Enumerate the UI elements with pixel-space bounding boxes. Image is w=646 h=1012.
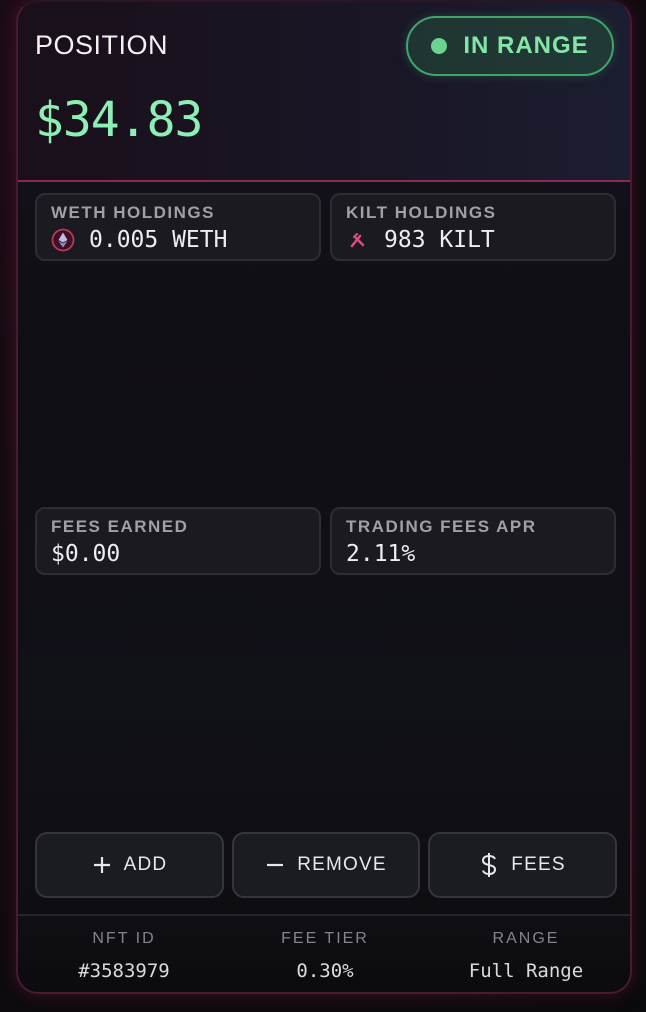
- nft-id-value: #3583979: [78, 960, 170, 982]
- minus-icon: [265, 855, 285, 875]
- position-title: POSITION: [35, 30, 169, 60]
- fees-earned-card: FEES EARNED $0.00: [35, 507, 321, 575]
- kilt-holdings-card: KILT HOLDINGS 983 KILT: [330, 193, 616, 261]
- position-value: $34.83: [35, 92, 203, 148]
- plus-icon: [92, 855, 112, 875]
- remove-button[interactable]: REMOVE: [232, 832, 420, 898]
- status-dot-icon: [431, 38, 448, 54]
- fees-button[interactable]: FEES: [428, 832, 617, 898]
- trading-fees-apr-label: TRADING FEES APR: [346, 517, 537, 536]
- weth-holdings-value: 0.005 WETH: [89, 227, 228, 253]
- trading-fees-apr-value: 2.11%: [346, 541, 416, 567]
- add-button[interactable]: ADD: [35, 832, 224, 898]
- position-card: POSITION $34.83 IN RANGE WETH HOLDINGS 0…: [16, 0, 632, 994]
- fees-earned-label: FEES EARNED: [51, 517, 189, 536]
- fees-button-label: FEES: [511, 854, 566, 875]
- trading-fees-apr-card: TRADING FEES APR 2.11%: [330, 507, 616, 575]
- nft-id-label: NFT ID: [92, 930, 156, 947]
- kilt-holdings-label: KILT HOLDINGS: [346, 203, 497, 222]
- page-background: POSITION $34.83 IN RANGE WETH HOLDINGS 0…: [0, 0, 646, 1012]
- position-header: POSITION $34.83 IN RANGE: [18, 2, 630, 182]
- position-footer: NFT ID #3583979 FEE TIER 0.30% RANGE Ful…: [18, 914, 630, 992]
- remove-button-label: REMOVE: [297, 854, 387, 875]
- dollar-icon: [479, 852, 499, 878]
- kilt-holdings-value-row: 983 KILT: [346, 227, 495, 253]
- kilt-holdings-value: 983 KILT: [384, 227, 495, 253]
- fee-tier-label: FEE TIER: [281, 930, 369, 947]
- kilt-icon: [346, 228, 370, 252]
- range-value: Full Range: [468, 960, 584, 982]
- fees-earned-value: $0.00: [51, 541, 121, 567]
- weth-holdings-card: WETH HOLDINGS 0.005 WETH: [35, 193, 321, 261]
- range-label: RANGE: [492, 930, 560, 947]
- status-badge: IN RANGE: [406, 16, 614, 76]
- weth-holdings-value-row: 0.005 WETH: [51, 227, 227, 253]
- status-label: IN RANGE: [463, 32, 589, 59]
- add-button-label: ADD: [123, 854, 168, 875]
- ethereum-icon: [51, 228, 75, 252]
- fee-tier-value: 0.30%: [296, 960, 354, 982]
- weth-holdings-label: WETH HOLDINGS: [51, 203, 215, 222]
